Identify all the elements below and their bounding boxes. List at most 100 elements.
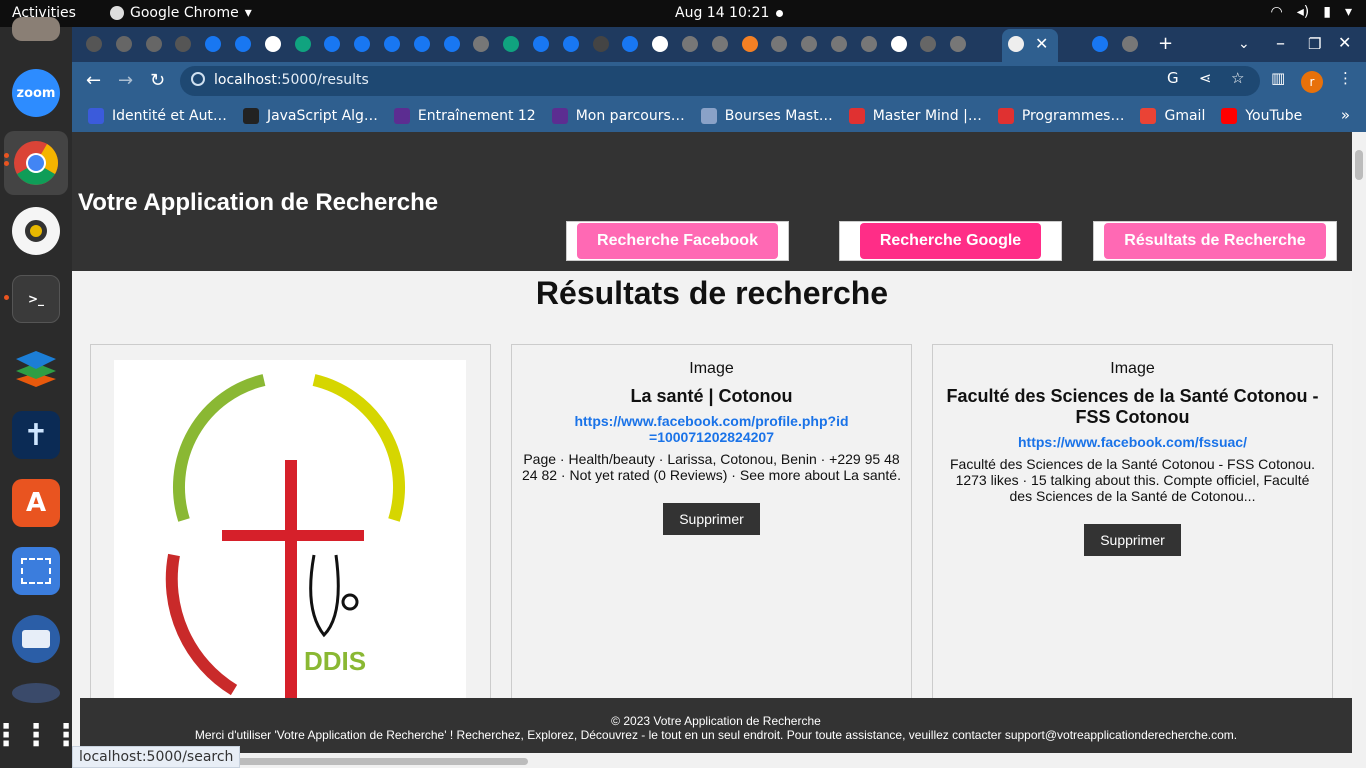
bookmark-item[interactable]: Master Mind |… [848, 108, 982, 124]
tab-favicon-icon[interactable] [175, 36, 192, 52]
tab-strip: ✕ + ⌄ – ❐ ✕ [72, 27, 1366, 62]
side-panel-icon[interactable]: ▥ [1271, 69, 1285, 87]
chrome-app-icon[interactable] [12, 139, 60, 187]
tab-favicon-icon[interactable] [264, 36, 281, 52]
horizontal-scrollbar[interactable] [72, 754, 1352, 768]
tab-favicon-icon[interactable] [145, 36, 162, 52]
thunderbird-app-icon[interactable] [12, 615, 60, 663]
tab-favicon-icon[interactable] [443, 36, 460, 52]
tab-favicon-icon[interactable] [950, 36, 967, 52]
delete-button[interactable]: Supprimer [1084, 524, 1181, 556]
tab-favicon-icon[interactable] [413, 36, 430, 52]
new-tab-button[interactable]: + [1158, 33, 1173, 54]
tab-favicon-icon[interactable] [294, 36, 311, 52]
close-tab-icon[interactable]: ✕ [1035, 34, 1048, 53]
mail-icon [22, 630, 50, 648]
close-window-button[interactable]: ✕ [1338, 33, 1351, 52]
terminal-app-icon[interactable]: >_ [12, 275, 60, 323]
bookmark-item[interactable]: Programmes… [997, 108, 1124, 124]
bookmark-item[interactable]: Bourses Mast… [700, 108, 833, 124]
volume-icon: ◂) [1296, 4, 1310, 20]
cross-app-icon[interactable]: ✝ [12, 411, 60, 459]
system-tray[interactable]: ◠ ◂) ▮ ▾ [1271, 4, 1352, 20]
bookmark-item[interactable]: JavaScript Alg… [242, 108, 378, 124]
tab-favicon-icon[interactable] [801, 36, 818, 52]
tab-favicon-icon[interactable] [622, 36, 639, 52]
tab-favicon-icon[interactable] [682, 36, 698, 52]
delete-button[interactable]: Supprimer [663, 503, 760, 535]
tab-favicon-icon[interactable] [205, 36, 222, 52]
tab-favicon-icon[interactable] [592, 36, 609, 52]
tab-favicon-icon[interactable] [324, 36, 341, 52]
menu-kebab-icon[interactable]: ⋮ [1338, 69, 1353, 87]
minimize-button[interactable]: – [1276, 33, 1285, 54]
search-results-button[interactable]: Résultats de Recherche [1104, 223, 1326, 259]
back-arrow-icon[interactable]: ← [86, 70, 101, 91]
tab-favicon-icon[interactable] [384, 36, 400, 52]
running-indicator [4, 153, 9, 158]
tab-favicon-icon[interactable] [1092, 36, 1108, 52]
tab-favicon-icon[interactable] [1122, 36, 1138, 52]
tab-favicon-icon[interactable] [771, 36, 788, 52]
bookmark-favicon-icon [88, 108, 104, 124]
tab-search-chevron-icon[interactable]: ⌄ [1238, 36, 1250, 52]
forward-arrow-icon[interactable]: → [118, 70, 133, 91]
bookmark-item[interactable]: YouTube [1221, 108, 1302, 124]
vertical-scrollbar[interactable] [1352, 132, 1366, 768]
facebook-search-button[interactable]: Recherche Facebook [577, 223, 778, 259]
tab-favicon-icon[interactable] [562, 36, 579, 52]
scrollbar-thumb[interactable] [232, 758, 528, 765]
tab-favicon-icon[interactable] [354, 36, 371, 52]
google-search-button[interactable]: Recherche Google [859, 223, 1042, 259]
share-icon[interactable]: ⋖ [1199, 69, 1212, 87]
address-bar[interactable]: localhost:5000/results [180, 66, 1260, 96]
bookmark-item[interactable]: Gmail [1140, 108, 1205, 124]
bookmark-item[interactable]: Identité et Aut… [88, 108, 227, 124]
google-lens-icon[interactable]: G [1167, 69, 1179, 87]
layers-app-icon[interactable] [12, 343, 60, 391]
reload-icon[interactable]: ↻ [150, 70, 165, 91]
layers-icon [16, 351, 56, 387]
battery-icon: ▮ [1323, 4, 1331, 20]
profile-avatar[interactable]: r [1301, 71, 1323, 93]
files-app-icon[interactable] [12, 17, 60, 41]
tab-favicon-icon[interactable] [86, 36, 102, 52]
tab-favicon-icon[interactable] [235, 36, 251, 52]
software-store-app-icon[interactable]: A [12, 479, 60, 527]
maximize-button[interactable]: ❐ [1308, 35, 1321, 53]
clock[interactable]: Aug 14 10:21 [675, 5, 769, 21]
scrollbar-thumb[interactable] [1355, 150, 1363, 180]
result-link[interactable]: https://www.facebook.com/profile.php?id=… [572, 413, 851, 445]
bookmark-label: Master Mind |… [872, 108, 982, 124]
bookmark-item[interactable]: Entraînement 12 [393, 108, 536, 124]
tab-favicon-icon[interactable] [831, 36, 847, 52]
tab-favicon-icon[interactable] [533, 36, 549, 52]
dock: zoom >_ ✝ A ⋮⋮⋮ [0, 17, 81, 768]
nav-item-results: Résultats de Recherche [1093, 221, 1337, 261]
site-info-icon[interactable] [191, 72, 205, 86]
screenshot-app-icon[interactable] [12, 547, 60, 595]
tab-active[interactable]: ✕ [1002, 29, 1058, 62]
bookmark-star-icon[interactable]: ☆ [1231, 69, 1244, 87]
tab-favicon-icon[interactable] [860, 36, 877, 52]
tab-favicon-icon[interactable] [711, 36, 728, 52]
app-menu[interactable]: Google Chrome ▾ [110, 5, 252, 21]
footer-copyright: © 2023 Votre Application de Recherche [611, 714, 821, 728]
zoom-app-icon[interactable]: zoom [12, 69, 60, 117]
partial-app-icon[interactable] [12, 683, 60, 703]
bookmark-favicon-icon [1221, 108, 1238, 124]
tab-favicon-icon[interactable] [503, 36, 520, 52]
url-host: localhost [214, 72, 277, 88]
tab-favicon-icon[interactable] [473, 36, 490, 52]
show-apps-grid-icon[interactable]: ⋮⋮⋮ [0, 711, 81, 759]
tab-favicon-icon[interactable] [920, 36, 937, 52]
tab-favicon-icon[interactable] [741, 36, 758, 52]
tab-favicon-icon[interactable] [890, 36, 907, 52]
tab-favicon-icon[interactable] [115, 36, 132, 52]
more-bookmarks-icon[interactable]: » [1341, 106, 1350, 124]
rhythmbox-app-icon[interactable] [12, 207, 60, 255]
bookmark-label: Entraînement 12 [417, 108, 536, 124]
result-link[interactable]: https://www.facebook.com/fssuac/ [993, 434, 1272, 450]
bookmark-item[interactable]: Mon parcours… [551, 108, 685, 124]
tab-favicon-icon[interactable] [652, 36, 669, 52]
